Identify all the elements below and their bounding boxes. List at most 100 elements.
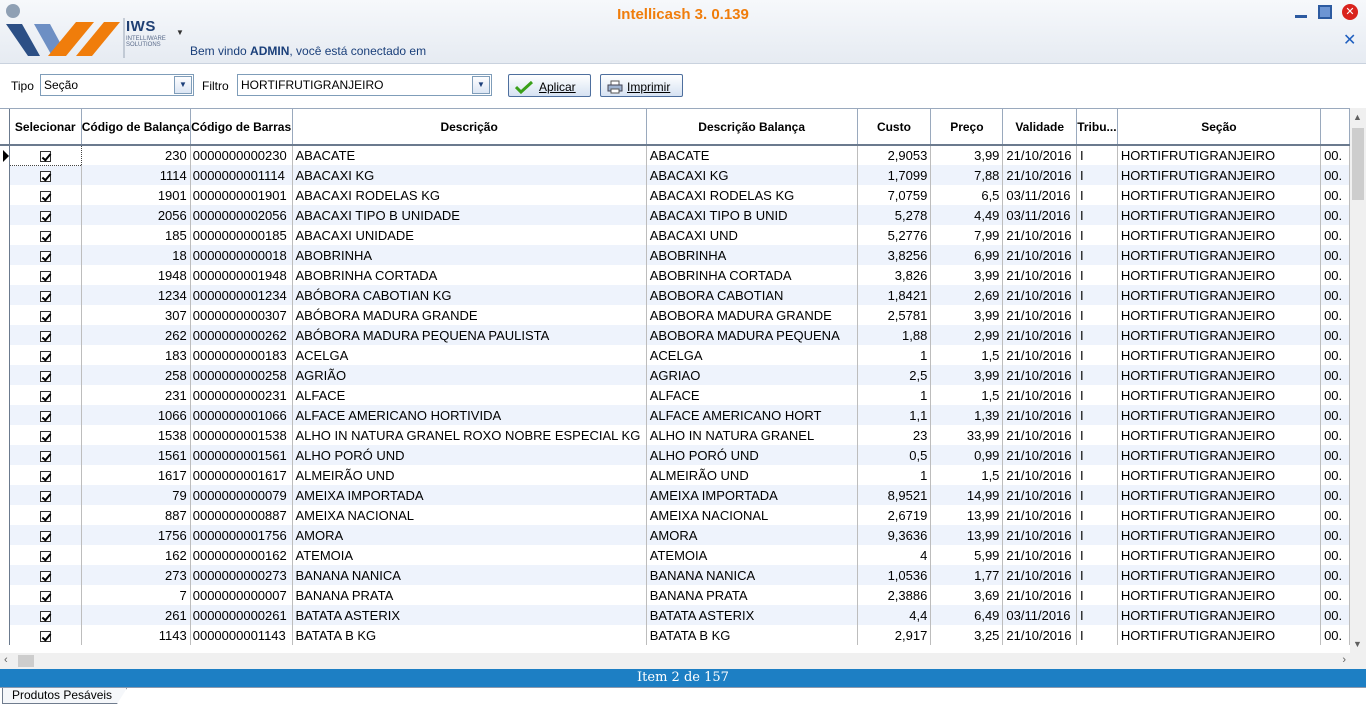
table-cell[interactable]: 0000000000162 <box>190 545 293 565</box>
table-cell[interactable]: BATATA B KG <box>646 625 858 645</box>
table-cell[interactable]: 7 <box>81 585 191 605</box>
table-cell[interactable]: AGRIÃO <box>292 365 647 385</box>
select-cell[interactable] <box>9 385 82 405</box>
table-cell[interactable]: 21/10/2016 <box>1002 505 1077 525</box>
table-cell[interactable]: 1114 <box>81 165 191 185</box>
select-checkbox[interactable] <box>39 230 51 242</box>
table-cell[interactable]: HORTIFRUTIGRANJEIRO <box>1117 265 1322 285</box>
table-cell[interactable]: 0000000000307 <box>190 305 293 325</box>
table-cell[interactable]: 1 <box>857 385 932 405</box>
table-cell[interactable]: 21/10/2016 <box>1002 405 1077 425</box>
table-cell[interactable]: ABÓBORA MADURA PEQUENA PAULISTA <box>292 325 647 345</box>
table-cell[interactable]: 0000000000185 <box>190 225 293 245</box>
table-cell[interactable]: ABOBRINHA CORTADA <box>646 265 858 285</box>
table-cell[interactable]: 00. <box>1320 285 1350 305</box>
table-cell[interactable]: 262 <box>81 325 191 345</box>
table-cell[interactable]: 2056 <box>81 205 191 225</box>
table-cell[interactable]: 2,9053 <box>857 145 932 165</box>
select-cell[interactable] <box>9 505 82 525</box>
table-cell[interactable]: 3,25 <box>930 625 1004 645</box>
table-row[interactable]: 2056 0000000002056 ABACAXI TIPO B UNIDADE A… <box>0 205 1350 225</box>
table-cell[interactable]: 1,7099 <box>857 165 932 185</box>
table-cell[interactable]: 03/11/2016 <box>1002 605 1077 625</box>
table-cell[interactable]: 0000000001948 <box>190 265 293 285</box>
table-row[interactable]: 1756 0000000001756 AMORA AMORA 9,3636 13,99 21… <box>0 525 1350 545</box>
row-indicator[interactable] <box>0 225 10 245</box>
table-row[interactable]: 183 0000000000183 ACELGA ACELGA 1 1,5 21/10/20… <box>0 345 1350 365</box>
table-cell[interactable]: HORTIFRUTIGRANJEIRO <box>1117 625 1322 645</box>
table-row[interactable]: 1948 0000000001948 ABOBRINHA CORTADA ABOBRI… <box>0 265 1350 285</box>
table-cell[interactable]: 00. <box>1320 485 1350 505</box>
table-cell[interactable]: 00. <box>1320 165 1350 185</box>
column-header[interactable]: Descrição Balança <box>646 109 858 146</box>
table-row[interactable]: 7 0000000000007 BANANA PRATA BANANA PRATA 2,… <box>0 585 1350 605</box>
table-cell[interactable]: 0000000000887 <box>190 505 293 525</box>
select-cell[interactable] <box>9 605 82 625</box>
table-cell[interactable]: I <box>1076 605 1118 625</box>
select-cell[interactable] <box>9 365 82 385</box>
row-indicator[interactable] <box>0 625 10 645</box>
chevron-down-icon[interactable]: ▼ <box>472 76 490 94</box>
table-cell[interactable]: 00. <box>1320 345 1350 365</box>
table-cell[interactable]: HORTIFRUTIGRANJEIRO <box>1117 465 1322 485</box>
row-indicator[interactable] <box>0 165 10 185</box>
row-indicator[interactable] <box>0 605 10 625</box>
table-cell[interactable]: 0000000000018 <box>190 245 293 265</box>
filtro-select[interactable]: HORTIFRUTIGRANJEIRO ▼ <box>237 74 492 96</box>
column-header[interactable]: Descrição <box>292 109 647 146</box>
table-cell[interactable]: HORTIFRUTIGRANJEIRO <box>1117 185 1322 205</box>
table-cell[interactable]: HORTIFRUTIGRANJEIRO <box>1117 245 1322 265</box>
select-checkbox[interactable] <box>39 250 51 262</box>
table-cell[interactable]: 00. <box>1320 565 1350 585</box>
user-menu-arrow-icon[interactable]: ▼ <box>176 28 184 37</box>
table-cell[interactable]: I <box>1076 265 1118 285</box>
table-cell[interactable]: 23 <box>857 425 932 445</box>
table-cell[interactable]: 21/10/2016 <box>1002 445 1077 465</box>
table-cell[interactable]: 2,99 <box>930 325 1004 345</box>
table-cell[interactable]: 3,69 <box>930 585 1004 605</box>
table-cell[interactable]: BATATA ASTERIX <box>292 605 647 625</box>
table-cell[interactable]: ALFACE AMERICANO HORTIVIDA <box>292 405 647 425</box>
table-cell[interactable]: 00. <box>1320 425 1350 445</box>
table-cell[interactable]: HORTIFRUTIGRANJEIRO <box>1117 485 1322 505</box>
table-cell[interactable]: AMORA <box>292 525 647 545</box>
table-cell[interactable]: 0000000001756 <box>190 525 293 545</box>
select-checkbox[interactable] <box>39 330 51 342</box>
column-header[interactable]: Código de Balança <box>81 109 191 146</box>
select-checkbox[interactable] <box>39 410 51 422</box>
table-cell[interactable]: 0000000001143 <box>190 625 293 645</box>
select-cell[interactable] <box>9 205 82 225</box>
select-checkbox[interactable] <box>39 310 51 322</box>
horizontal-scrollbar[interactable]: ‹ › <box>0 653 1350 669</box>
column-header[interactable]: Preço <box>930 109 1004 146</box>
table-row[interactable]: 1143 0000000001143 BATATA B KG BATATA B KG 2… <box>0 625 1350 645</box>
table-cell[interactable]: 9,3636 <box>857 525 932 545</box>
table-cell[interactable]: ACELGA <box>646 345 858 365</box>
select-checkbox[interactable] <box>39 170 51 182</box>
table-cell[interactable]: 3,826 <box>857 265 932 285</box>
table-cell[interactable]: 5,99 <box>930 545 1004 565</box>
table-cell[interactable]: 183 <box>81 345 191 365</box>
row-indicator[interactable] <box>0 465 10 485</box>
table-cell[interactable]: 1,5 <box>930 345 1004 365</box>
table-cell[interactable]: 3,99 <box>930 365 1004 385</box>
vertical-scroll-thumb[interactable] <box>1352 128 1364 200</box>
table-cell[interactable]: ALHO IN NATURA GRANEL ROXO NOBRE ESPECIA… <box>292 425 647 445</box>
table-cell[interactable]: AMEIXA IMPORTADA <box>292 485 647 505</box>
table-row[interactable]: 262 0000000000262 ABÓBORA MADURA PEQUENA P… <box>0 325 1350 345</box>
table-cell[interactable]: 1,1 <box>857 405 932 425</box>
table-cell[interactable]: HORTIFRUTIGRANJEIRO <box>1117 525 1322 545</box>
table-cell[interactable]: ABACAXI RODELAS KG <box>292 185 647 205</box>
table-cell[interactable]: 21/10/2016 <box>1002 465 1077 485</box>
products-grid[interactable]: Selecionar Código de Balança Código de Bar… <box>0 108 1350 653</box>
table-cell[interactable]: 2,5 <box>857 365 932 385</box>
apply-button[interactable]: Aplicar <box>508 74 591 97</box>
table-cell[interactable]: ALFACE <box>646 385 858 405</box>
table-cell[interactable]: 1066 <box>81 405 191 425</box>
table-cell[interactable]: 0000000000273 <box>190 565 293 585</box>
table-cell[interactable]: I <box>1076 325 1118 345</box>
table-cell[interactable]: HORTIFRUTIGRANJEIRO <box>1117 325 1322 345</box>
table-cell[interactable]: ABACAXI UNIDADE <box>292 225 647 245</box>
table-cell[interactable]: 00. <box>1320 225 1350 245</box>
select-cell[interactable] <box>9 225 82 245</box>
